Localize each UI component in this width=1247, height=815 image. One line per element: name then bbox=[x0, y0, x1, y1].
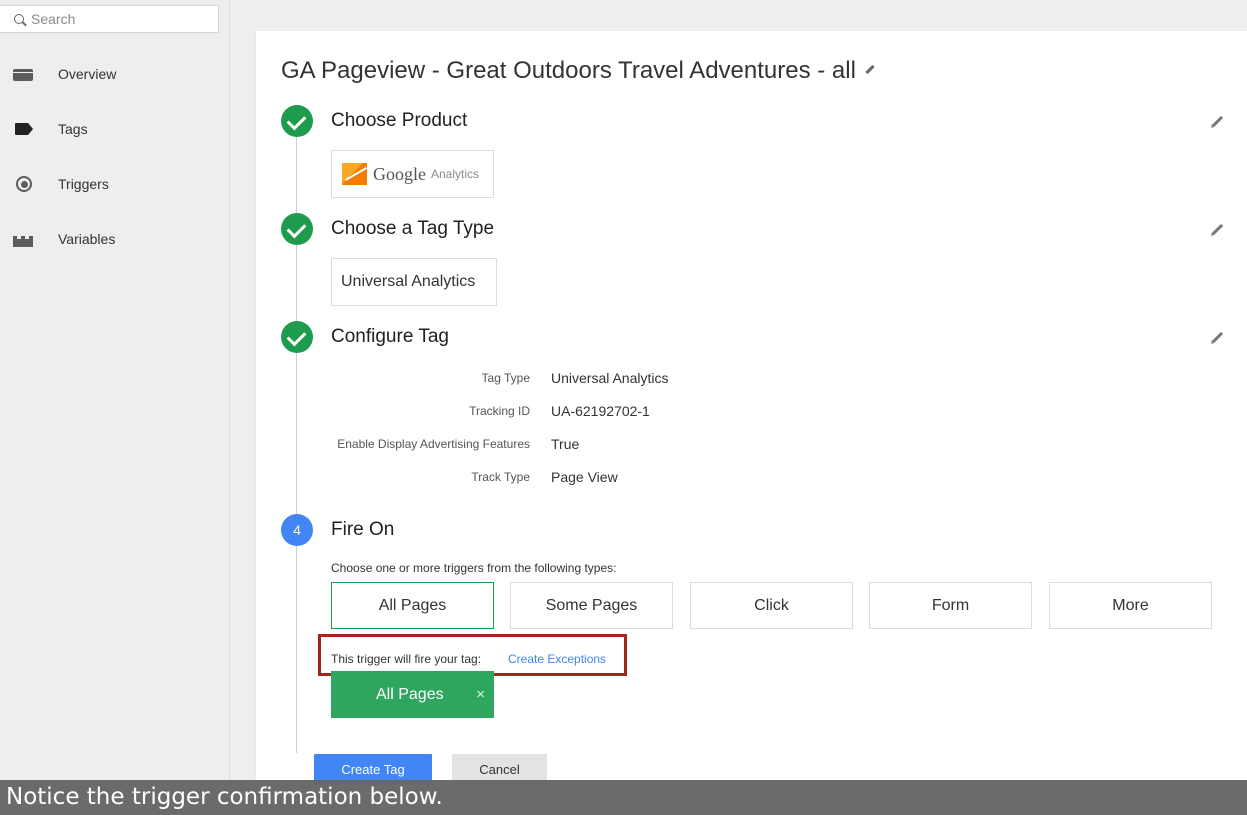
config-value: Universal Analytics bbox=[551, 370, 669, 386]
overview-icon bbox=[13, 69, 33, 81]
config-value: True bbox=[551, 436, 580, 452]
trigger-fire-text: This trigger will fire your tag: bbox=[331, 652, 482, 666]
trigger-type-some-pages[interactable]: Some Pages bbox=[510, 582, 673, 629]
sidebar-item-tags[interactable]: Tags bbox=[0, 109, 229, 149]
trigger-type-all-pages[interactable]: All Pages bbox=[331, 582, 494, 629]
step-number-badge: 4 bbox=[281, 514, 313, 546]
step-complete-check-icon bbox=[281, 321, 313, 353]
config-label: Tracking ID bbox=[469, 404, 530, 418]
tag-editor-card: GA Pageview - Great Outdoors Travel Adve… bbox=[256, 31, 1247, 815]
selected-trigger-label: All Pages bbox=[376, 685, 444, 703]
sidebar-item-label: Overview bbox=[58, 66, 117, 82]
config-label: Enable Display Advertising Features bbox=[337, 437, 530, 451]
search-input[interactable]: Search bbox=[0, 5, 219, 33]
edit-pencil-icon[interactable] bbox=[1211, 114, 1225, 128]
google-analytics-logo-icon bbox=[342, 163, 367, 185]
search-icon bbox=[14, 14, 24, 24]
trigger-instructions: Choose one or more triggers from the fol… bbox=[331, 561, 617, 575]
edit-title-icon[interactable] bbox=[865, 65, 875, 75]
step-title-fire-on: Fire On bbox=[331, 519, 395, 540]
step-title-tag-type: Choose a Tag Type bbox=[331, 218, 495, 239]
search-placeholder: Search bbox=[31, 11, 76, 27]
step-title-choose-product: Choose Product bbox=[331, 110, 468, 131]
create-exceptions-link[interactable]: Create Exceptions bbox=[508, 652, 606, 666]
trigger-type-click[interactable]: Click bbox=[690, 582, 853, 629]
sidebar: Search Overview Tags Triggers Variables bbox=[0, 0, 230, 815]
sidebar-item-triggers[interactable]: Triggers bbox=[0, 164, 229, 204]
config-value: UA-62192702-1 bbox=[551, 403, 650, 419]
page-title[interactable]: GA Pageview - Great Outdoors Travel Adve… bbox=[281, 57, 875, 85]
step-complete-check-icon bbox=[281, 105, 313, 137]
tag-type-chip[interactable]: Universal Analytics bbox=[331, 258, 497, 306]
product-sub: Analytics bbox=[431, 167, 480, 181]
step-title-configure-tag: Configure Tag bbox=[331, 326, 449, 347]
tag-icon bbox=[13, 122, 33, 136]
sidebar-item-label: Variables bbox=[58, 231, 116, 247]
config-label: Tag Type bbox=[481, 371, 530, 385]
caption-overlay: Notice the trigger confirmation below. bbox=[0, 780, 1247, 815]
trigger-icon bbox=[13, 176, 33, 192]
step-complete-check-icon bbox=[281, 213, 313, 245]
sidebar-item-label: Triggers bbox=[58, 176, 109, 192]
edit-pencil-icon[interactable] bbox=[1211, 330, 1225, 344]
product-google-analytics[interactable]: Google Analytics bbox=[331, 150, 494, 198]
sidebar-item-label: Tags bbox=[58, 121, 88, 137]
trigger-type-form[interactable]: Form bbox=[869, 582, 1032, 629]
config-label: Track Type bbox=[471, 470, 530, 484]
edit-pencil-icon[interactable] bbox=[1211, 222, 1225, 236]
trigger-type-more[interactable]: More bbox=[1049, 582, 1212, 629]
variables-icon bbox=[13, 236, 33, 247]
remove-trigger-close-icon[interactable]: × bbox=[476, 686, 485, 703]
selected-trigger-chip[interactable]: All Pages × bbox=[331, 671, 494, 718]
config-value: Page View bbox=[551, 469, 618, 485]
sidebar-item-overview[interactable]: Overview bbox=[0, 54, 229, 94]
product-brand: Google bbox=[373, 163, 426, 184]
tag-name: GA Pageview - Great Outdoors Travel Adve… bbox=[281, 57, 856, 84]
sidebar-item-variables[interactable]: Variables bbox=[0, 219, 229, 259]
